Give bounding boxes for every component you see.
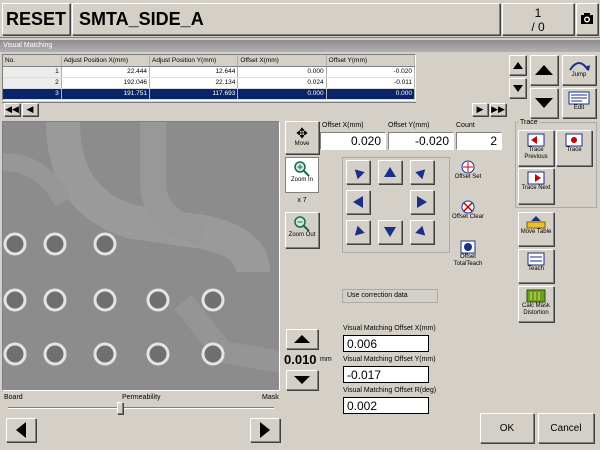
offset-grid: No. Adjust Position X(mm) Adjust Positio… [2, 54, 416, 101]
offset-x-label: Offset X(mm) [322, 122, 364, 129]
offset-total-teach-button[interactable]: Offset TotalTeach [450, 238, 486, 274]
row-down-button[interactable] [530, 88, 558, 118]
move-down-button[interactable] [378, 220, 402, 244]
col-adj-y: Adjust Position Y(mm) [149, 55, 239, 67]
scroll-first-icon[interactable]: ◀◀ [4, 103, 20, 116]
move-down-right-button[interactable] [410, 220, 434, 244]
move-icon: ✥ [296, 125, 308, 141]
count-value: 2 [456, 132, 502, 150]
move-table-icon [526, 216, 546, 229]
offset-y-value: -0.020 [388, 132, 454, 150]
edit-button[interactable]: Edit [562, 88, 596, 118]
grid-scrollbar [2, 102, 416, 117]
move-up-right-button[interactable] [410, 160, 434, 184]
matching-offset-x-field[interactable]: 0.006 [343, 335, 429, 352]
row-up-button[interactable] [530, 55, 558, 85]
edit-icon [568, 91, 590, 105]
scroll-up-icon[interactable] [509, 55, 526, 75]
permeability-slider-thumb[interactable] [116, 402, 123, 414]
program-name: SMTA_SIDE_A [72, 3, 500, 35]
camera-icon[interactable] [576, 3, 598, 35]
step-down-button[interactable] [286, 370, 318, 390]
matching-offset-x-label: Visual Matching Offset X(mm) [343, 325, 436, 332]
move-table-button[interactable]: Move Table [518, 212, 554, 246]
trace-group-label: Trace [518, 119, 540, 126]
move-left-button[interactable] [346, 190, 370, 214]
matching-offset-r-field[interactable]: 0.002 [343, 397, 429, 414]
pcb-image [3, 122, 279, 390]
col-off-x: Offset X(mm) [237, 55, 327, 67]
camera-view[interactable] [2, 121, 280, 391]
permeability-track [8, 407, 274, 409]
offset-y-label: Offset Y(mm) [388, 122, 430, 129]
teach-button[interactable]: Teach [518, 249, 554, 283]
slider-center-label: Permeability [122, 394, 161, 401]
trace-previous-icon [527, 133, 545, 147]
zoom-in-button[interactable]: Zoom In [285, 157, 319, 193]
ok-button[interactable]: OK [480, 413, 534, 443]
zoom-level: x 7 [297, 197, 307, 204]
matching-offset-r-label: Visual Matching Offset R(deg) [343, 387, 437, 394]
move-up-left-button[interactable] [346, 160, 370, 184]
step-value: 0.010 [284, 352, 317, 367]
trace-previous-button[interactable]: Trace Previous [518, 130, 554, 166]
board-counter: 1 / 0 [502, 3, 574, 35]
trace-next-button[interactable]: Trace Next [518, 168, 554, 204]
scroll-left-icon[interactable]: ◀ [22, 103, 38, 116]
correction-checkbox[interactable]: Use correction data [342, 289, 438, 303]
move-up-button[interactable] [378, 160, 402, 184]
reset-button[interactable]: RESET [2, 3, 70, 35]
step-unit: mm [320, 356, 332, 363]
matching-offset-y-label: Visual Matching Offset Y(mm) [343, 356, 436, 363]
calc-mask-icon [526, 289, 546, 303]
table-row[interactable]: 1 22.444 12.644 0.000 -0.020 [3, 66, 416, 78]
table-row-selected[interactable]: 3 191.751 117.693 0.000 0.000 [3, 88, 416, 100]
scroll-right-icon[interactable]: ▶ [472, 103, 488, 116]
slider-right-label: Mask [262, 394, 279, 401]
offset-x-value: 0.020 [320, 132, 386, 150]
previous-button[interactable] [6, 418, 36, 442]
panel-title: Visual Matching [0, 40, 600, 52]
grid-header-row: No. Adjust Position X(mm) Adjust Positio… [3, 55, 416, 67]
trace-icon [565, 133, 583, 147]
calc-mask-distortion-button[interactable]: Calc Mask Distortion [518, 286, 554, 322]
offset-clear-icon [461, 200, 475, 214]
col-off-y: Offset Y(mm) [326, 55, 416, 67]
step-up-button[interactable] [286, 329, 318, 349]
offset-set-icon [461, 160, 475, 174]
move-down-left-button[interactable] [346, 220, 370, 244]
zoom-in-icon [294, 161, 310, 177]
offset-total-teach-icon [460, 240, 476, 254]
col-no: No. [3, 55, 62, 67]
slider-left-label: Board [4, 394, 23, 401]
offset-clear-button[interactable]: Offset Clear [452, 198, 484, 234]
trace-button[interactable]: Trace [556, 130, 592, 166]
counter-top: 1 [534, 6, 542, 20]
cancel-button[interactable]: Cancel [538, 413, 594, 443]
move-right-button[interactable] [410, 190, 434, 214]
zoom-out-icon [294, 216, 310, 232]
offset-set-button[interactable]: Offset Set [452, 158, 484, 194]
next-button[interactable] [250, 418, 280, 442]
matching-offset-y-field[interactable]: -0.017 [343, 366, 429, 383]
trace-next-icon [527, 171, 545, 185]
move-button[interactable]: ✥ Move [285, 121, 319, 154]
teach-icon [527, 252, 545, 266]
col-adj-x: Adjust Position X(mm) [61, 55, 151, 67]
jump-icon [569, 62, 590, 71]
count-label: Count [456, 122, 475, 129]
scroll-last-icon[interactable]: ▶▶ [490, 103, 506, 116]
scroll-down-icon[interactable] [509, 78, 526, 98]
jump-button[interactable]: Jump [562, 55, 596, 85]
zoom-out-button[interactable]: Zoom Out [285, 212, 319, 248]
table-row[interactable]: 2 192.046 22.134 0.024 -0.011 [3, 77, 416, 89]
counter-bottom: / 0 [531, 20, 545, 34]
